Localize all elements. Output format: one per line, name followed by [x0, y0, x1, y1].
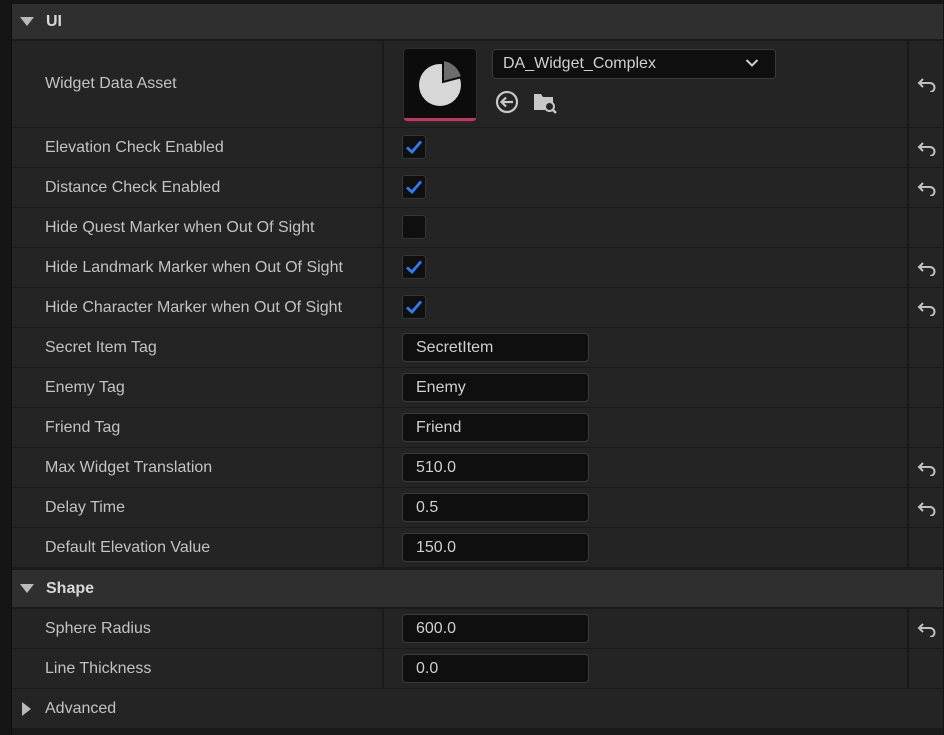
reset-arrow-icon[interactable]: [915, 288, 939, 327]
reset-column-splitter: [907, 328, 909, 367]
reset-column-splitter: [907, 288, 909, 327]
property-row-widget-data-asset: Widget Data Asset DA_Widget_Complex: [12, 41, 943, 128]
reset-arrow-icon[interactable]: [915, 168, 939, 207]
property-row-hide-landmark-marker: Hide Landmark Marker when Out Of Sight: [12, 248, 943, 288]
section-header-ui[interactable]: UI: [12, 4, 943, 41]
secret-item-tag-input[interactable]: SecretItem: [402, 333, 589, 362]
default-elevation-input[interactable]: 150.0: [402, 533, 589, 562]
caret-down-icon[interactable]: [20, 17, 34, 26]
property-row-line-thickness: Line Thickness 0.0: [12, 649, 943, 689]
property-value: Friend: [384, 408, 907, 447]
property-label: Friend Tag: [45, 418, 121, 436]
asset-combo-value: DA_Widget_Complex: [503, 55, 656, 72]
reset-column-splitter: [907, 488, 909, 527]
property-value: [384, 288, 907, 327]
reset-column-splitter: [907, 128, 909, 167]
max-widget-translation-input[interactable]: 510.0: [402, 453, 589, 482]
reset-column-splitter: [907, 408, 909, 447]
pie-chart-asset-icon: [419, 58, 464, 106]
property-value: [384, 128, 907, 167]
property-label: Enemy Tag: [45, 378, 125, 396]
reset-column-splitter: [907, 448, 909, 487]
caret-down-icon[interactable]: [20, 584, 34, 593]
checkmark-icon: [406, 300, 423, 315]
caret-right-icon[interactable]: [22, 702, 31, 716]
section-title: UI: [46, 12, 62, 30]
delay-time-input[interactable]: 0.5: [402, 493, 589, 522]
reset-column-splitter: [907, 649, 909, 688]
reset-arrow-icon[interactable]: [915, 609, 939, 648]
friend-tag-input[interactable]: Friend: [402, 413, 589, 442]
checkmark-icon: [406, 260, 423, 275]
property-label: Line Thickness: [45, 659, 152, 677]
property-row-sphere-radius: Sphere Radius 600.0: [12, 609, 943, 649]
reset-arrow-icon[interactable]: [915, 488, 939, 527]
property-label: Sphere Radius: [45, 619, 151, 637]
reset-arrow-icon[interactable]: [915, 41, 939, 127]
property-row-secret-item-tag: Secret Item Tag SecretItem: [12, 328, 943, 368]
asset-combo-box[interactable]: DA_Widget_Complex: [492, 49, 776, 79]
elevation-check-checkbox[interactable]: [402, 135, 426, 159]
asset-type-color-bar: [404, 118, 476, 121]
property-label: Hide Character Marker when Out Of Sight: [45, 298, 343, 316]
property-row-hide-quest-marker: Hide Quest Marker when Out Of Sight: [12, 208, 943, 248]
property-label: Distance Check Enabled: [45, 178, 221, 196]
reset-column-splitter: [907, 41, 909, 127]
reset-arrow-icon[interactable]: [915, 128, 939, 167]
advanced-expander[interactable]: Advanced: [12, 689, 943, 729]
advanced-label: Advanced: [45, 699, 117, 717]
hide-character-marker-checkbox[interactable]: [402, 295, 426, 319]
property-label: Hide Quest Marker when Out Of Sight: [45, 218, 315, 236]
enemy-tag-input[interactable]: Enemy: [402, 373, 589, 402]
property-label: Hide Landmark Marker when Out Of Sight: [45, 258, 343, 276]
property-label: Elevation Check Enabled: [45, 138, 224, 156]
reset-arrow-icon[interactable]: [915, 248, 939, 287]
property-value: 510.0: [384, 448, 907, 487]
reset-arrow-icon[interactable]: [915, 448, 939, 487]
property-value: 0.5: [384, 488, 907, 527]
property-value: 150.0: [384, 528, 907, 567]
use-selected-asset-icon[interactable]: [494, 89, 520, 115]
distance-check-checkbox[interactable]: [402, 175, 426, 199]
property-row-friend-tag: Friend Tag Friend: [12, 408, 943, 448]
details-panel: UI Widget Data Asset DA_Widget_Complex E…: [11, 4, 943, 735]
hide-landmark-marker-checkbox[interactable]: [402, 255, 426, 279]
property-value: DA_Widget_Complex: [384, 41, 907, 127]
property-value: SecretItem: [384, 328, 907, 367]
property-value: 600.0: [384, 609, 907, 648]
property-value: [384, 248, 907, 287]
reset-column-splitter: [907, 528, 909, 567]
reset-column-splitter: [907, 609, 909, 648]
section-title: Shape: [46, 579, 95, 597]
property-row-default-elevation: Default Elevation Value 150.0: [12, 528, 943, 568]
chevron-down-icon: [745, 59, 759, 67]
sphere-radius-input[interactable]: 600.0: [402, 614, 589, 643]
property-label: Default Elevation Value: [45, 538, 211, 556]
reset-column-splitter: [907, 248, 909, 287]
property-row-max-widget-translation: Max Widget Translation 510.0: [12, 448, 943, 488]
property-value: Enemy: [384, 368, 907, 407]
property-value: 0.0: [384, 649, 907, 688]
property-row-distance-check: Distance Check Enabled: [12, 168, 943, 208]
property-row-enemy-tag: Enemy Tag Enemy: [12, 368, 943, 408]
property-label: Widget Data Asset: [45, 75, 177, 92]
browse-folder-icon[interactable]: [532, 89, 558, 115]
reset-column-splitter: [907, 168, 909, 207]
asset-thumbnail[interactable]: [404, 49, 476, 121]
reset-column-splitter: [907, 208, 909, 247]
reset-column-splitter: [907, 368, 909, 407]
checkmark-icon: [406, 180, 423, 195]
property-value: [384, 208, 907, 247]
property-value: [384, 168, 907, 207]
section-header-shape[interactable]: Shape: [12, 568, 943, 609]
property-label: Delay Time: [45, 498, 126, 516]
property-row-delay-time: Delay Time 0.5: [12, 488, 943, 528]
property-label: Secret Item Tag: [45, 338, 157, 356]
hide-quest-marker-checkbox[interactable]: [402, 215, 426, 239]
property-row-elevation-check: Elevation Check Enabled: [12, 128, 943, 168]
property-label: Max Widget Translation: [45, 458, 213, 476]
property-row-hide-character-marker: Hide Character Marker when Out Of Sight: [12, 288, 943, 328]
checkmark-icon: [406, 140, 423, 155]
line-thickness-input[interactable]: 0.0: [402, 654, 589, 683]
